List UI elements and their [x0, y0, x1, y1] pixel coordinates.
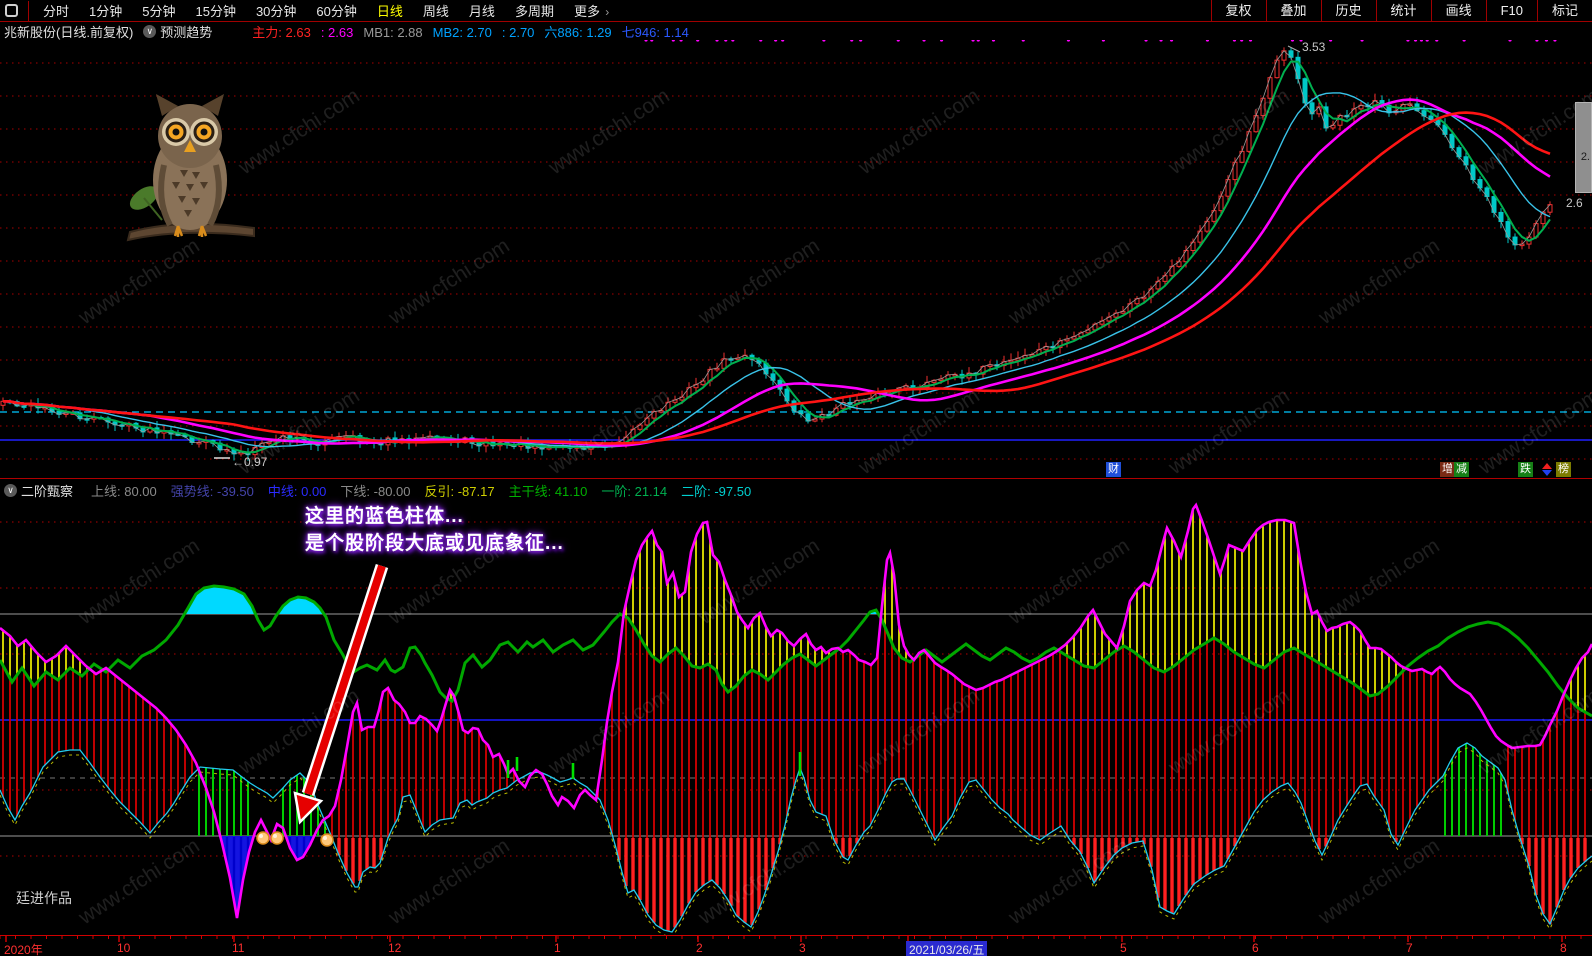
peak-price-label: 3.53 [1302, 40, 1325, 54]
time-axis[interactable]: 2020年1011121232021/03/26/五5678 [0, 935, 1592, 956]
oscillator-panel[interactable]: 这里的蓝色柱体... 是个股阶段大底或见底象征... 廷进作品 [0, 500, 1592, 935]
indicator-header-values: 二阶甄察 上线: 80.00 强势线: -39.50 中线: 0.00 下线: -80.… [21, 481, 765, 500]
info-row: 兆新股份(日线.前复权) ∨ 预测趋势 主力: 2.63 : 2.63 MB1: 2… [0, 22, 1592, 40]
window-icon[interactable] [5, 4, 18, 17]
info-field-2: MB1: 2.88 [363, 25, 422, 40]
annotation-callout: 这里的蓝色柱体... 是个股阶段大底或见底象征... [305, 503, 564, 557]
indicator-header: ∨ 二阶甄察 上线: 80.00 强势线: -39.50 中线: 0.00 下线: -8… [0, 480, 1592, 500]
chevron-down-icon[interactable]: ∨ [143, 25, 156, 38]
stock-title[interactable]: 兆新股份(日线.前复权) [4, 22, 133, 41]
osc-field-5: 反引: -87.17 [425, 484, 495, 499]
toolbar-right: 复权叠加历史统计画线F10标记 [1211, 0, 1592, 22]
panel-divider [0, 478, 1592, 479]
oscillator-canvas[interactable] [0, 500, 1592, 935]
author-credit: 廷进作品 [16, 888, 72, 908]
menu-item-3[interactable]: 15分钟 [185, 1, 245, 20]
osc-field-7: 一阶: 21.14 [601, 484, 667, 499]
selected-date-label[interactable]: 2021/03/26/五 [906, 941, 987, 956]
axis-label-9: 6 [1252, 941, 1259, 955]
badge-增[interactable]: 增 [1440, 462, 1455, 477]
axis-label-10: 7 [1406, 941, 1413, 955]
annotation-line2: 是个股阶段大底或见底象征... [305, 530, 564, 557]
app-window: 分时1分钟5分钟15分钟30分钟60分钟日线周线月线多周期更多 › 复权叠加历史… [0, 0, 1592, 956]
indicator-name-trend[interactable]: 预测趋势 [160, 22, 212, 41]
menu-item-10[interactable]: 更多 › [564, 1, 619, 20]
axis-label-4: 1 [554, 941, 561, 955]
updown-triangle-icon [1541, 462, 1553, 477]
menu-item-6[interactable]: 日线 [367, 1, 413, 20]
badge-榜[interactable]: 榜 [1556, 462, 1571, 477]
toolbar-button-标记[interactable]: 标记 [1537, 0, 1592, 22]
menu-item-2[interactable]: 5分钟 [132, 1, 185, 20]
axis-label-5: 2 [696, 941, 703, 955]
osc-field-3: 中线: 0.00 [268, 484, 327, 499]
toolbar-button-F10[interactable]: F10 [1486, 0, 1537, 22]
main-chart-panel[interactable]: 3.53 ←0.97 2. 2.6 财 增减 跌 榜 [0, 40, 1592, 478]
axis-label-11: 8 [1560, 941, 1567, 955]
info-field-1: : 2.63 [321, 25, 354, 40]
info-field-4: : 2.70 [502, 25, 535, 40]
axis-label-6: 3 [799, 941, 806, 955]
menu-item-1[interactable]: 1分钟 [79, 1, 132, 20]
top-menu-bar: 分时1分钟5分钟15分钟30分钟60分钟日线周线月线多周期更多 › 复权叠加历史… [0, 0, 1592, 22]
osc-field-6: 主干线: 41.10 [509, 484, 588, 499]
toolbar-button-画线[interactable]: 画线 [1431, 0, 1486, 22]
menu-item-8[interactable]: 月线 [459, 1, 505, 20]
osc-field-4: 下线: -80.00 [340, 484, 410, 499]
right-price-label: 2.6 [1566, 196, 1583, 210]
badge-跌[interactable]: 跌 [1518, 462, 1533, 477]
osc-field-0[interactable]: 二阶甄察 [21, 484, 73, 499]
menu-item-7[interactable]: 周线 [413, 1, 459, 20]
toolbar-button-叠加[interactable]: 叠加 [1266, 0, 1321, 22]
badge-减[interactable]: 减 [1454, 462, 1469, 477]
menu-item-0[interactable]: 分时 [33, 1, 79, 20]
toolbar-button-历史[interactable]: 历史 [1321, 0, 1376, 22]
right-price-box: 2. [1575, 102, 1592, 193]
osc-field-1: 上线: 80.00 [91, 484, 157, 499]
axis-label-0: 2020年 [4, 941, 43, 956]
osc-field-2: 强势线: -39.50 [171, 484, 254, 499]
menu-item-9[interactable]: 多周期 [505, 1, 564, 20]
chevron-down-icon[interactable]: ∨ [4, 484, 17, 497]
axis-label-2: 11 [232, 941, 244, 955]
toolbar-button-复权[interactable]: 复权 [1211, 0, 1266, 22]
info-field-5: 六886: 1.29 [544, 25, 611, 40]
axis-label-8: 5 [1120, 941, 1127, 955]
owl-logo [122, 70, 262, 245]
badge-财[interactable]: 财 [1106, 462, 1121, 477]
menu-item-4[interactable]: 30分钟 [246, 1, 306, 20]
toolbar-button-统计[interactable]: 统计 [1376, 0, 1431, 22]
low-price-label: ←0.97 [232, 455, 267, 469]
indicator-values: 主力: 2.63 : 2.63 MB1: 2.88 MB2: 2.70 : 2.70 六8… [252, 22, 699, 41]
info-field-6: 七946: 1.14 [622, 25, 689, 40]
divider [28, 1, 29, 21]
info-field-3: MB2: 2.70 [433, 25, 492, 40]
period-menu: 分时1分钟5分钟15分钟30分钟60分钟日线周线月线多周期更多 › [33, 1, 619, 20]
axis-label-1: 10 [117, 941, 130, 955]
annotation-line1: 这里的蓝色柱体... [305, 503, 564, 530]
osc-field-8: 二阶: -97.50 [681, 484, 751, 499]
info-field-0: 主力: 2.63 [252, 25, 311, 40]
menu-item-5[interactable]: 60分钟 [306, 1, 366, 20]
box-price-label: 2. [1581, 151, 1590, 163]
axis-label-3: 12 [388, 941, 401, 955]
